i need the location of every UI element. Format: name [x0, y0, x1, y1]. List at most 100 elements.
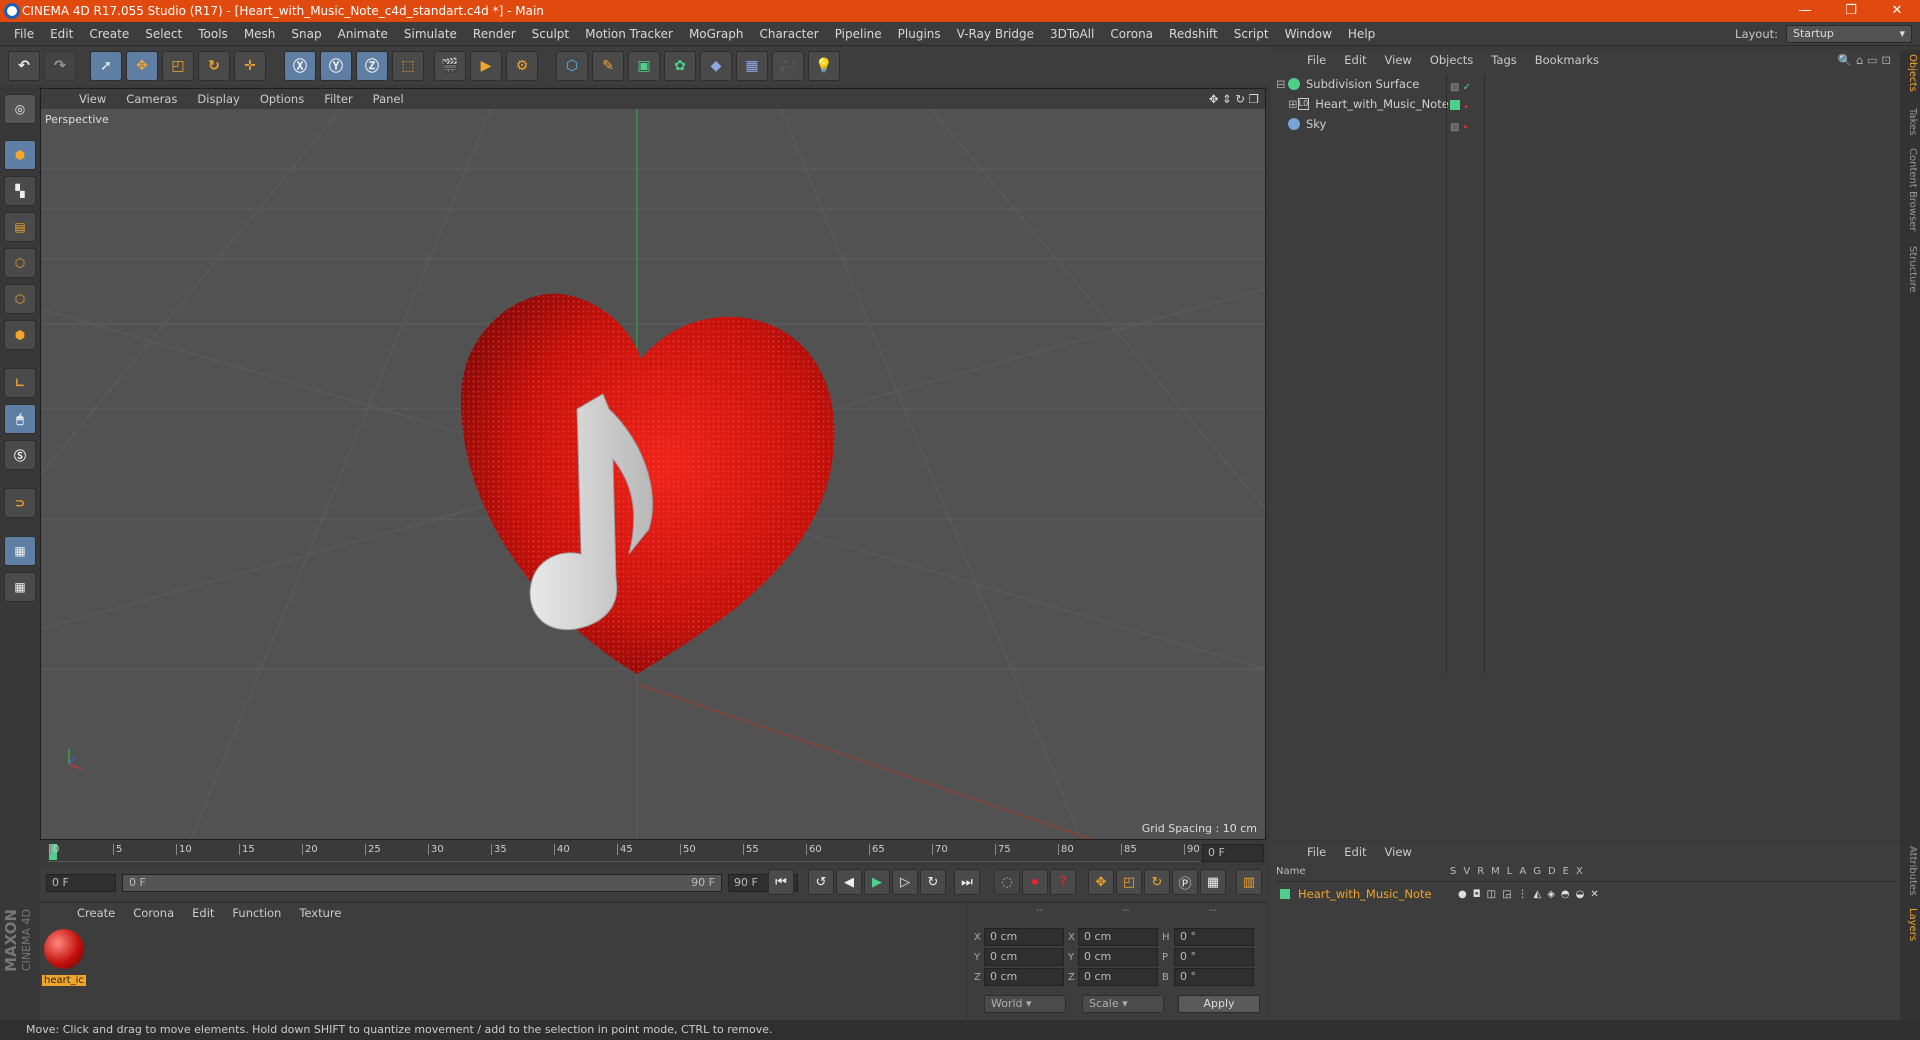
size-mode-dropdown[interactable]: Scale ▾	[1082, 995, 1164, 1013]
autokey-icon[interactable]: ⏺	[1022, 869, 1048, 895]
position-x-field[interactable]: 0 cm	[984, 928, 1064, 946]
render-view-icon[interactable]: 🎬	[434, 51, 466, 81]
key-parameter-icon[interactable]: Ⓟ	[1172, 869, 1198, 895]
expand-icon[interactable]: ⊞	[1288, 97, 1298, 111]
start-frame-field[interactable]: 0 F	[46, 874, 116, 892]
visibility-flags[interactable]: •	[1450, 98, 1471, 118]
menu-item-v-ray-bridge[interactable]: V-Ray Bridge	[949, 27, 1042, 41]
coordinate-system-icon[interactable]: ⬚	[392, 51, 424, 81]
menu-item-mograph[interactable]: MoGraph	[681, 27, 752, 41]
keyframe-help-icon[interactable]: ?	[1050, 869, 1076, 895]
next-frame-icon[interactable]: ▷	[892, 869, 918, 895]
rotation-p-field[interactable]: 0 °	[1174, 948, 1254, 966]
menu-item-motion-tracker[interactable]: Motion Tracker	[577, 27, 681, 41]
move-tool-icon[interactable]: ✥	[126, 51, 158, 81]
menu-item-redshift[interactable]: Redshift	[1161, 27, 1226, 41]
rotate-tool-icon[interactable]: ↻	[198, 51, 230, 81]
menu-item-help[interactable]: Help	[1340, 27, 1383, 41]
layer-menu-edit[interactable]: Edit	[1335, 845, 1375, 859]
light-object-icon[interactable]: 💡	[808, 51, 840, 81]
key-rotation-icon[interactable]: ↻	[1144, 869, 1170, 895]
mat-menu-edit[interactable]: Edit	[183, 906, 223, 920]
workplane-lock-icon[interactable]: ▦	[4, 536, 36, 566]
cloner-icon[interactable]: ✿	[664, 51, 696, 81]
viewport-nav-icons[interactable]: ✥ ⇕ ↻ ❐	[1199, 92, 1265, 106]
close-button[interactable]: ✕	[1874, 0, 1920, 22]
tab-takes[interactable]: Takes	[1902, 108, 1918, 135]
rotation-b-field[interactable]: 0 °	[1174, 968, 1254, 986]
magnet-icon[interactable]: ⊃	[4, 488, 36, 518]
layer-menu-view[interactable]: View	[1376, 845, 1421, 859]
timeline-window-icon[interactable]: ▥	[1236, 869, 1262, 895]
y-axis-lock-icon[interactable]: Ⓨ	[320, 51, 352, 81]
obj-menu-file[interactable]: File	[1298, 53, 1335, 67]
object-row-heart[interactable]: ⊞ L0 Heart_with_Music_Note	[1276, 94, 1449, 114]
texture-mode-icon[interactable]: ▚	[4, 176, 36, 206]
material-label[interactable]: heart_ic	[42, 975, 86, 986]
key-position-icon[interactable]: ✥	[1088, 869, 1114, 895]
polygons-mode-icon[interactable]: ⬢	[4, 320, 36, 350]
menu-item-tools[interactable]: Tools	[190, 27, 236, 41]
edges-mode-icon[interactable]: ⬡	[4, 284, 36, 314]
menu-item-mesh[interactable]: Mesh	[236, 27, 284, 41]
obj-menu-objects[interactable]: Objects	[1421, 53, 1482, 67]
menu-item-simulate[interactable]: Simulate	[396, 27, 465, 41]
render-picture-viewer-icon[interactable]: ▶	[470, 51, 502, 81]
tab-content-browser[interactable]: Content Browser	[1902, 148, 1918, 231]
position-z-field[interactable]: 0 cm	[984, 968, 1064, 986]
frame-range-slider[interactable]: 0 F 90 F	[122, 874, 722, 892]
timeline-ruler[interactable]: 0 5 10 15 20 25 30 35 40 45 50 55 60 65 70 75 80 85 90 0 F	[40, 842, 1266, 864]
menu-item-window[interactable]: Window	[1277, 27, 1340, 41]
menu-item-select[interactable]: Select	[137, 27, 190, 41]
scale-tool-icon[interactable]: ◰	[162, 51, 194, 81]
key-scale-icon[interactable]: ◰	[1116, 869, 1142, 895]
points-mode-icon[interactable]: ⬡	[4, 248, 36, 278]
current-frame-field[interactable]: 0 F	[1202, 844, 1264, 862]
record-keys-icon[interactable]: ◌	[994, 869, 1020, 895]
layer-color-swatch[interactable]	[1280, 889, 1290, 899]
layer-row[interactable]: Heart_with_Music_Note ●◘◫◲⋮◭◈◓◒✕	[1280, 884, 1895, 904]
tab-objects[interactable]: Objects	[1902, 54, 1918, 92]
mat-menu-function[interactable]: Function	[223, 906, 290, 920]
viewport[interactable]: View Cameras Display Options Filter Pane…	[40, 88, 1266, 840]
mat-menu-texture[interactable]: Texture	[290, 906, 350, 920]
size-y-field[interactable]: 0 cm	[1078, 948, 1158, 966]
menu-item-file[interactable]: File	[6, 27, 42, 41]
vp-menu-filter[interactable]: Filter	[314, 92, 362, 106]
tab-attributes[interactable]: Attributes	[1902, 846, 1918, 895]
visibility-flags[interactable]: ▧ •	[1450, 118, 1471, 138]
obj-menu-tags[interactable]: Tags	[1482, 53, 1525, 67]
menu-item-corona[interactable]: Corona	[1102, 27, 1161, 41]
vp-menu-view[interactable]: View	[69, 92, 116, 106]
make-editable-icon[interactable]: ◎	[4, 94, 36, 124]
live-selection-icon[interactable]: ➚	[90, 51, 122, 81]
apply-button[interactable]: Apply	[1178, 995, 1260, 1013]
go-to-end-icon[interactable]: ⏭	[954, 869, 980, 895]
obj-menu-edit[interactable]: Edit	[1335, 53, 1375, 67]
visibility-flags[interactable]: ▧ ✓	[1450, 78, 1471, 98]
collapse-icon[interactable]: ⊟	[1276, 77, 1288, 91]
menu-item-character[interactable]: Character	[751, 27, 826, 41]
next-key-icon[interactable]: ↻	[920, 869, 946, 895]
size-x-field[interactable]: 0 cm	[1078, 928, 1158, 946]
obj-menu-bookmarks[interactable]: Bookmarks	[1526, 53, 1608, 67]
camera-object-icon[interactable]: 🎥	[772, 51, 804, 81]
snap-icon[interactable]: Ⓢ	[4, 440, 36, 470]
vp-menu-cameras[interactable]: Cameras	[116, 92, 187, 106]
vp-menu-options[interactable]: Options	[250, 92, 314, 106]
object-row-sky[interactable]: Sky	[1276, 114, 1446, 134]
x-axis-lock-icon[interactable]: Ⓧ	[284, 51, 316, 81]
floor-object-icon[interactable]: ▦	[736, 51, 768, 81]
maximize-button[interactable]: ❐	[1828, 0, 1874, 22]
vp-menu-display[interactable]: Display	[187, 92, 249, 106]
render-settings-icon[interactable]: ⚙	[506, 51, 538, 81]
previous-frame-icon[interactable]: ◀	[836, 869, 862, 895]
rotation-h-field[interactable]: 0 °	[1174, 928, 1254, 946]
axis-mode-icon[interactable]: ∟	[4, 368, 36, 398]
menu-item-script[interactable]: Script	[1226, 27, 1277, 41]
subdivision-surface-icon[interactable]: ▣	[628, 51, 660, 81]
redo-icon[interactable]: ↷	[44, 51, 76, 81]
model-mode-icon[interactable]: ⬢	[4, 140, 36, 170]
obj-menu-view[interactable]: View	[1376, 53, 1421, 67]
mat-menu-create[interactable]: Create	[68, 906, 124, 920]
